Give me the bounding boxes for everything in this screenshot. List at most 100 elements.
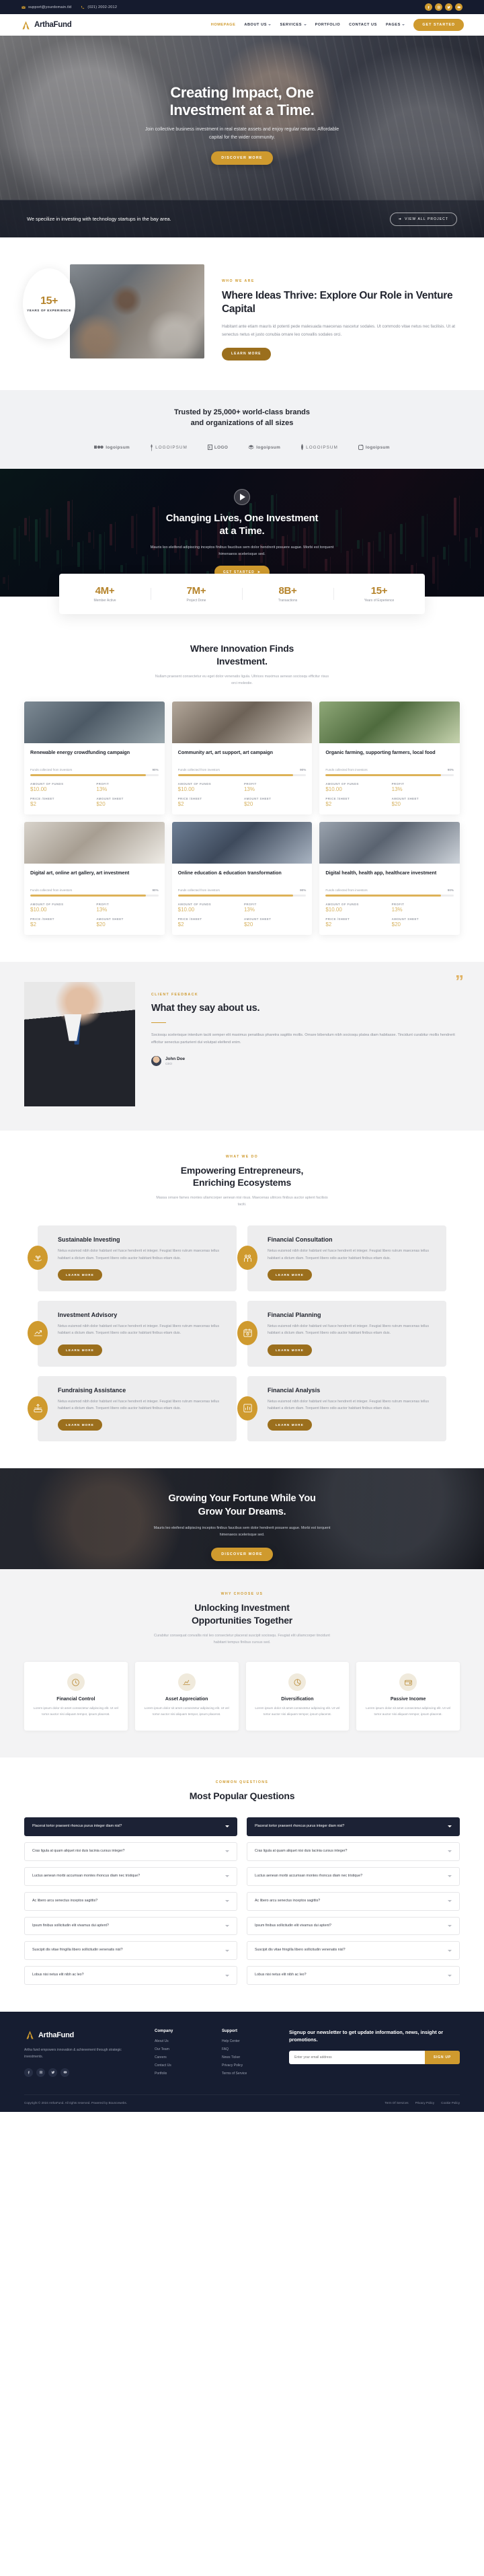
stat-value: $2 bbox=[30, 921, 36, 927]
faq-item[interactable]: Suscipit dis vitae fringilla libero soll… bbox=[24, 1941, 237, 1961]
service-learn-more-button[interactable]: LEARN MORE bbox=[268, 1268, 312, 1281]
service-card[interactable]: Financial Analysis Netus euismod nibh dol… bbox=[237, 1375, 446, 1442]
faq-item[interactable]: Ac libero arcu senectus inceptos sagitti… bbox=[24, 1891, 237, 1911]
email-contact[interactable]: support@yourdomain.tld bbox=[22, 5, 71, 9]
service-learn-more-button[interactable]: LEARN MORE bbox=[268, 1419, 312, 1431]
faq-item[interactable]: Luctus aenean morbi accumsan montes rhon… bbox=[24, 1866, 237, 1886]
project-card-image bbox=[24, 701, 165, 743]
service-learn-more-button[interactable]: LEARN MORE bbox=[268, 1344, 312, 1356]
play-icon[interactable] bbox=[234, 488, 250, 505]
nav-item-portfolio[interactable]: PORTFOLIO bbox=[315, 23, 341, 27]
faq-item[interactable]: Ipsum finibus sollicitudin elit vivamus … bbox=[24, 1916, 237, 1936]
phone-text: (021) 2002-2012 bbox=[87, 5, 118, 9]
project-card[interactable]: Community art, art support, art campaign… bbox=[171, 701, 313, 815]
service-card[interactable]: Investment Advisory Netus euismod nibh do… bbox=[28, 1300, 237, 1367]
service-learn-more-button[interactable]: LEARN MORE bbox=[58, 1344, 102, 1356]
brand-logo-3: LOGO bbox=[207, 445, 228, 451]
get-started-button[interactable]: GET STARTED bbox=[413, 19, 464, 31]
faq-item[interactable]: Lobus nisi netus elit nibh ac leo? bbox=[247, 1966, 460, 1985]
faq-item[interactable]: Placerat tortor praesent rhoncus purus i… bbox=[24, 1817, 237, 1836]
footer-bottom: Copyright © 2024 ArthaFund. All rights r… bbox=[24, 2094, 460, 2112]
service-learn-more-button[interactable]: LEARN MORE bbox=[58, 1268, 102, 1281]
twitter-icon[interactable] bbox=[48, 2068, 57, 2077]
stat-key: AMOUNT OF FUNDS bbox=[325, 782, 359, 786]
nav-item-contact-us[interactable]: CONTACT US bbox=[349, 23, 377, 27]
footer-newsletter: Signup our newsletter to get update info… bbox=[289, 2029, 460, 2080]
nav-item-services[interactable]: SERVICES bbox=[280, 23, 307, 27]
instagram-icon[interactable] bbox=[435, 3, 442, 11]
footer-link[interactable]: Terms of Service bbox=[222, 2072, 274, 2076]
project-card[interactable]: Digital health, health app, healthcare i… bbox=[319, 821, 460, 935]
faq-question: Luctus aenean morbi accumsan montes rhon… bbox=[255, 1873, 363, 1878]
nav-item-about-us[interactable]: ABOUT US bbox=[244, 23, 272, 27]
footer-link[interactable]: Our Team bbox=[155, 2047, 207, 2051]
footer-link[interactable]: Contact Us bbox=[155, 2063, 207, 2068]
nav-item-homepage[interactable]: HOMEPAGE bbox=[211, 23, 236, 27]
project-card[interactable]: Digital art, online art gallery, art inv… bbox=[24, 821, 165, 935]
faq-item[interactable]: Ac libero arcu senectus inceptos sagitti… bbox=[247, 1891, 460, 1911]
faq-item[interactable]: Placerat tortor praesent rhoncus purus i… bbox=[247, 1817, 460, 1836]
footer-link[interactable]: About Us bbox=[155, 2039, 207, 2043]
service-learn-more-button[interactable]: LEARN MORE bbox=[58, 1419, 102, 1431]
feature-text: Lorem ipsum dolor sit amet consectetur a… bbox=[366, 1706, 451, 1716]
nav-item-pages[interactable]: PAGES bbox=[386, 23, 405, 27]
instagram-icon[interactable] bbox=[36, 2068, 45, 2077]
facebook-icon[interactable] bbox=[425, 3, 432, 11]
service-card[interactable]: Financial Planning Netus euismod nibh dol… bbox=[237, 1300, 446, 1367]
service-card[interactable]: Fundraising Assistance Netus euismod nibh… bbox=[28, 1375, 237, 1442]
service-card[interactable]: Sustainable Investing Netus euismod nibh … bbox=[28, 1225, 237, 1291]
progress-percent: 90% bbox=[152, 767, 159, 771]
view-all-project-button[interactable]: ➔ VIEW ALL PROJECT bbox=[389, 212, 457, 226]
youtube-icon[interactable] bbox=[61, 2068, 69, 2077]
brand-logo[interactable]: ArthaFund bbox=[20, 20, 72, 31]
stat-amount-sheet: AMOUNT SHEET $20 bbox=[244, 797, 306, 807]
footer-link-cookie[interactable]: Cookie Policy bbox=[441, 2101, 460, 2105]
project-card[interactable]: Online education & education transformat… bbox=[171, 821, 313, 935]
faq-item[interactable]: Suscipit dis vitae fringilla libero soll… bbox=[247, 1941, 460, 1961]
stat-value: $10.00 bbox=[30, 906, 47, 913]
facebook-icon[interactable] bbox=[24, 2068, 33, 2077]
stat-value: $20 bbox=[243, 800, 253, 807]
footer-link[interactable]: FAQ bbox=[222, 2047, 274, 2051]
project-stats-grid: AMOUNT OF FUNDS $10.00 PROFIT 13% PRICE /SHE… bbox=[178, 782, 307, 807]
progress-row: Funds collected from investors 90% bbox=[325, 768, 454, 771]
faq-item[interactable]: Ipsum finibus sollicitudin elit vivamus … bbox=[247, 1916, 460, 1936]
newsletter-email-input[interactable] bbox=[289, 2050, 425, 2064]
brand-logo-text: logoipsum bbox=[106, 445, 130, 450]
projects-subtitle: Nullam praesent consectetur eu eget dolo… bbox=[155, 674, 329, 685]
faq-grid: Placerat tortor praesent rhoncus purus i… bbox=[0, 1817, 484, 1985]
footer-link[interactable]: Privacy Policy bbox=[222, 2063, 274, 2068]
footer-link-privacy[interactable]: Privacy Policy bbox=[415, 2101, 435, 2105]
faq-item[interactable]: Lobus nisi netus elit nibh ac leo? bbox=[24, 1966, 237, 1985]
stat-label: Member Active bbox=[93, 598, 116, 603]
projects-title-line1: Where Innovation Finds bbox=[190, 642, 294, 654]
stat-number: 15+ bbox=[370, 584, 388, 597]
twitter-icon[interactable] bbox=[445, 3, 452, 11]
about-learn-more-button[interactable]: LEARN MORE bbox=[222, 347, 271, 361]
phone-contact[interactable]: (021) 2002-2012 bbox=[81, 5, 117, 9]
chevron-down-icon bbox=[268, 24, 272, 26]
footer-link-terms[interactable]: Term Of Services bbox=[385, 2101, 408, 2105]
service-card[interactable]: Financial Consultation Netus euismod nibh… bbox=[237, 1225, 446, 1291]
divider bbox=[151, 1022, 166, 1024]
footer-link[interactable]: Portfolio bbox=[155, 2072, 207, 2076]
faq-item[interactable]: Cras ligula at quam aliquet nisi duis la… bbox=[247, 1842, 460, 1861]
service-title: Financial Consultation bbox=[268, 1236, 333, 1244]
top-bar-socials bbox=[425, 3, 462, 11]
cta-discover-button[interactable]: DISCOVER MORE bbox=[211, 1548, 273, 1562]
footer-logo[interactable]: ArthaFund bbox=[24, 2029, 140, 2041]
faq-item[interactable]: Luctus aenean morbi accumsan montes rhon… bbox=[247, 1866, 460, 1886]
footer-link[interactable]: Careers bbox=[155, 2055, 207, 2059]
hero-discover-button[interactable]: DISCOVER MORE bbox=[211, 151, 273, 165]
footer-link[interactable]: News Ticker bbox=[222, 2055, 274, 2059]
faq-item[interactable]: Cras ligula at quam aliquet nisi duis la… bbox=[24, 1842, 237, 1861]
stat-amount-sheet: AMOUNT SHEET $20 bbox=[392, 797, 454, 807]
footer-link[interactable]: Help Center bbox=[222, 2039, 274, 2043]
project-card[interactable]: Renewable energy crowdfunding campaign Fu… bbox=[24, 701, 165, 815]
newsletter-signup-button[interactable]: SIGN UP bbox=[424, 2050, 460, 2064]
project-card[interactable]: Organic farming, supporting farmers, loc… bbox=[319, 701, 460, 815]
youtube-icon[interactable] bbox=[455, 3, 462, 11]
progress-fill bbox=[325, 773, 441, 776]
features-title-line2: Opportunities Together bbox=[191, 1615, 293, 1626]
progress-percent: 90% bbox=[300, 888, 307, 892]
